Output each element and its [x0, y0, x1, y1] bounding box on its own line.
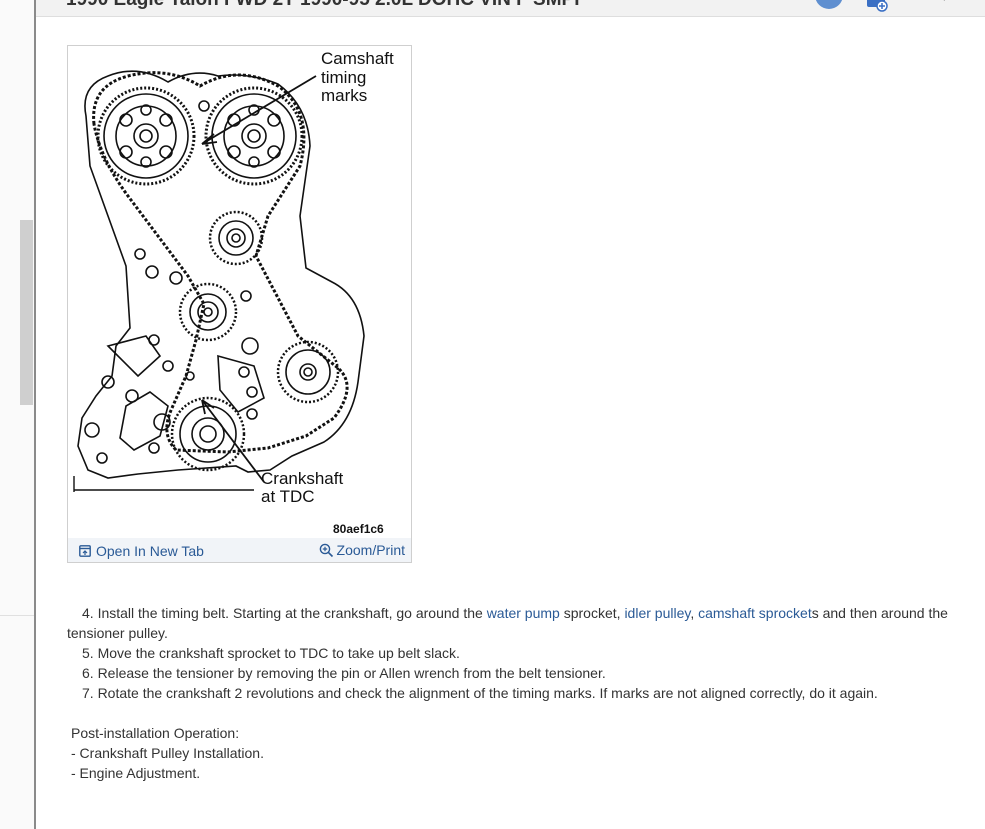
avatar-icon[interactable] — [812, 0, 846, 16]
label-crankshaft-2: at TDC — [261, 487, 315, 506]
zoom-print-button[interactable]: Zoom/Print — [319, 542, 405, 558]
chevron-down-icon[interactable] — [938, 0, 952, 10]
label-camshaft-1: Camshaft — [321, 49, 394, 68]
add-note-icon[interactable] — [864, 0, 890, 16]
open-new-tab-icon — [79, 545, 91, 557]
camshaft-sprocket-link[interactable]: camshaft sprocket — [698, 605, 812, 621]
top-header: 1990 Eagle Talon FWD 2T 1990-95 2.0L DOH… — [36, 0, 985, 17]
post-item-crankshaft-pulley: - Crankshaft Pulley Installation. — [71, 745, 264, 761]
step-4-text-c: , — [690, 605, 699, 621]
zoom-print-label: Zoom/Print — [336, 542, 405, 558]
figure-actions-bar: Open In New Tab Zoom/Print — [68, 538, 411, 562]
step-5: 5. Move the crankshaft sprocket to TDC t… — [82, 645, 460, 661]
post-installation-section: Post-installation Operation: - Crankshaf… — [67, 723, 972, 783]
chevron-left-icon[interactable] — [720, 0, 734, 10]
label-camshaft-3: marks — [321, 86, 367, 105]
figure-code: 80aef1c6 — [333, 522, 384, 536]
zoom-in-icon — [319, 543, 333, 557]
left-panel — [0, 0, 36, 829]
vehicle-title: 1990 Eagle Talon FWD 2T 1990-95 2.0L DOH… — [66, 0, 580, 11]
step-4-text-a: 4. Install the timing belt. Starting at … — [82, 605, 487, 621]
open-new-tab-button[interactable]: Open In New Tab — [79, 543, 204, 559]
open-new-tab-label: Open In New Tab — [96, 543, 204, 559]
step-4-text-b: sprocket, — [559, 605, 625, 621]
label-crankshaft-1: Crankshaft — [261, 469, 343, 488]
label-camshaft-2: timing — [321, 68, 366, 87]
timing-belt-figure: Camshaft timing marks Crankshaft at TDC … — [67, 45, 412, 563]
water-pump-link[interactable]: water pump — [487, 605, 560, 621]
step-7: 7. Rotate the crankshaft 2 revolutions a… — [82, 685, 878, 701]
scrollbar-thumb[interactable] — [20, 220, 33, 405]
timing-belt-diagram: Camshaft timing marks Crankshaft at TDC … — [73, 49, 394, 536]
idler-pulley-link[interactable]: idler pulley — [624, 605, 690, 621]
post-item-engine-adjustment: - Engine Adjustment. — [71, 765, 201, 781]
step-6: 6. Release the tensioner by removing the… — [82, 665, 606, 681]
procedure-text: 4. Install the timing belt. Starting at … — [67, 603, 972, 783]
step-4: 4. Install the timing belt. Starting at … — [67, 603, 972, 643]
rail-divider — [0, 615, 34, 616]
post-installation-heading: Post-installation Operation: — [71, 725, 240, 741]
